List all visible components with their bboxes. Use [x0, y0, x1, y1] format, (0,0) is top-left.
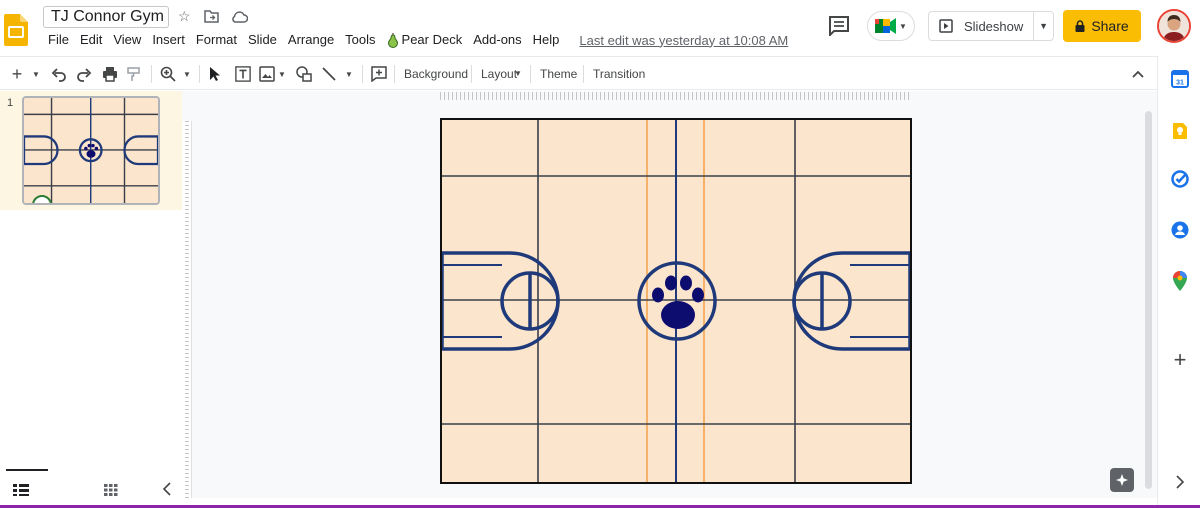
collapse-toolbar-chevron-up-icon[interactable]	[1132, 66, 1144, 82]
google-meet-icon	[875, 18, 897, 34]
theme-button[interactable]: Theme	[540, 66, 577, 82]
shape-icon[interactable]	[295, 66, 313, 82]
toolbar-separator	[530, 65, 531, 83]
share-label: Share	[1091, 18, 1129, 34]
horizontal-ruler	[440, 92, 910, 100]
slideshow-dropdown-icon[interactable]: ▼	[1033, 12, 1053, 40]
undo-icon[interactable]	[51, 66, 67, 82]
grid-view-icon[interactable]	[104, 484, 118, 496]
cloud-saved-icon[interactable]	[230, 10, 248, 23]
slideshow-button[interactable]: Slideshow ▼	[928, 11, 1054, 41]
slideshow-start[interactable]: Slideshow	[929, 12, 1033, 40]
zoom-dropdown-icon[interactable]: ▼	[181, 66, 193, 82]
menu-edit[interactable]: Edit	[80, 31, 102, 49]
user-photo	[1159, 11, 1189, 41]
image-icon[interactable]	[259, 66, 275, 82]
toolbar-separator	[394, 65, 395, 83]
meet-button[interactable]: ▼	[867, 11, 915, 41]
filmstrip-footer	[0, 468, 182, 508]
document-title-input[interactable]: TJ Connor Gym	[43, 6, 169, 28]
slide-thumbnail-row[interactable]: 1	[0, 91, 182, 210]
new-slide-plus-icon[interactable]: +	[10, 64, 24, 84]
speaker-notes-drag-handle[interactable]: • • •	[658, 497, 679, 498]
zoom-icon[interactable]	[160, 66, 176, 82]
menu-bar: File Edit View Insert Format Slide Arran…	[48, 31, 788, 49]
move-to-folder-icon[interactable]	[204, 10, 219, 23]
menu-arrange[interactable]: Arrange	[288, 31, 334, 49]
filmstrip-view-icon[interactable]	[13, 484, 29, 496]
paint-format-icon[interactable]	[126, 66, 142, 82]
vertical-ruler	[182, 121, 192, 498]
keep-icon[interactable]	[1170, 121, 1190, 141]
line-dropdown-icon[interactable]: ▼	[344, 66, 354, 82]
tasks-icon[interactable]	[1170, 169, 1190, 189]
new-slide-dropdown-icon[interactable]: ▼	[30, 66, 42, 82]
maps-icon[interactable]	[1170, 271, 1190, 291]
pear-deck-badge-icon	[32, 195, 52, 203]
toolbar: + ▼ ▼ ▼ ▼ Background Layout ▼ Theme Tran…	[0, 56, 1157, 90]
slide-thumbnail-court	[24, 98, 158, 203]
vertical-scrollbar[interactable]	[1145, 111, 1152, 489]
layout-dropdown-icon[interactable]: ▼	[514, 66, 522, 82]
explore-sparkle-icon	[1116, 474, 1128, 486]
menu-tools[interactable]: Tools	[345, 31, 375, 49]
background-button[interactable]: Background	[404, 66, 468, 82]
slide-filmstrip: 1	[0, 91, 182, 508]
add-comment-icon[interactable]	[371, 66, 387, 82]
lock-icon	[1075, 20, 1085, 32]
slideshow-label: Slideshow	[964, 18, 1024, 34]
print-icon[interactable]	[102, 66, 118, 82]
line-icon[interactable]	[321, 66, 337, 82]
menu-insert[interactable]: Insert	[152, 31, 185, 49]
svg-text:31: 31	[1176, 80, 1184, 87]
menu-view[interactable]: View	[113, 31, 141, 49]
transition-button[interactable]: Transition	[593, 66, 645, 82]
pear-icon	[387, 33, 398, 48]
basketball-court-drawing[interactable]	[440, 120, 912, 482]
menu-pear-deck[interactable]: Pear Deck	[387, 31, 463, 49]
account-avatar[interactable]	[1157, 9, 1191, 43]
last-edit-link[interactable]: Last edit was yesterday at 10:08 AM	[579, 33, 788, 48]
slide-1[interactable]	[440, 118, 912, 484]
toolbar-separator	[199, 65, 200, 83]
calendar-icon[interactable]: 31	[1170, 69, 1190, 89]
menu-pear-deck-label: Pear Deck	[401, 32, 463, 47]
collapse-filmstrip-chevron-left-icon[interactable]	[162, 482, 172, 496]
image-dropdown-icon[interactable]: ▼	[277, 66, 287, 82]
plus-icon[interactable]: +	[1170, 347, 1190, 372]
slide-number: 1	[7, 97, 14, 109]
menu-slide[interactable]: Slide	[248, 31, 277, 49]
comment-history-icon[interactable]	[827, 16, 851, 36]
meet-dropdown-icon: ▼	[899, 21, 907, 31]
slide-editor-canvas[interactable]: • • •	[182, 91, 1157, 498]
text-box-icon[interactable]	[234, 66, 252, 82]
slide-thumbnail[interactable]	[22, 96, 160, 205]
menu-help[interactable]: Help	[533, 31, 560, 49]
select-cursor-icon[interactable]	[208, 66, 222, 82]
toolbar-separator	[471, 65, 472, 83]
menu-add-ons[interactable]: Add-ons	[473, 31, 521, 49]
star-icon[interactable]: ☆	[178, 8, 191, 24]
toolbar-separator	[362, 65, 363, 83]
layout-button[interactable]: Layout	[481, 66, 517, 82]
redo-icon[interactable]	[76, 66, 92, 82]
explore-button[interactable]	[1110, 468, 1134, 492]
side-panel: 31 +	[1157, 56, 1200, 508]
menu-format[interactable]: Format	[196, 31, 237, 49]
share-button[interactable]: Share	[1063, 10, 1141, 42]
slides-logo[interactable]	[4, 14, 28, 46]
toolbar-separator	[583, 65, 584, 83]
play-icon	[939, 19, 953, 33]
view-indicator	[6, 469, 48, 471]
google-slides-app: TJ Connor Gym ☆ File Edit View Insert Fo…	[0, 0, 1200, 508]
contacts-icon[interactable]	[1170, 220, 1190, 240]
expand-side-panel-chevron-right-icon[interactable]	[1170, 472, 1190, 492]
toolbar-separator	[151, 65, 152, 83]
menu-file[interactable]: File	[48, 31, 69, 49]
